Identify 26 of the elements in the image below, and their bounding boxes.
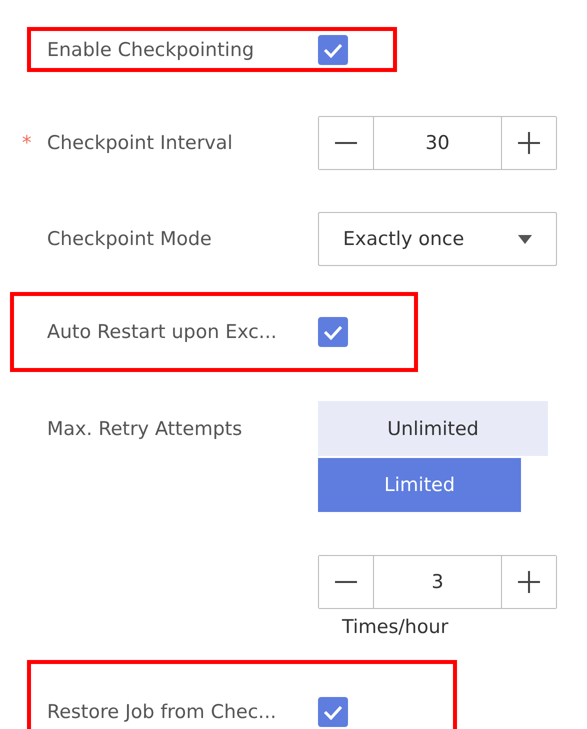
required-mark: * <box>22 132 32 154</box>
unit-label: Times/hour <box>341 616 448 638</box>
mode-dropdown[interactable]: Exactly once <box>318 212 557 266</box>
caret-icon <box>518 234 532 244</box>
number-stepper[interactable]: 3 <box>318 554 557 608</box>
field-label: Max. Retry Attempts <box>47 418 242 440</box>
number-field[interactable]: 3 <box>373 556 502 608</box>
option-button[interactable]: Unlimited <box>318 401 548 456</box>
plus-icon <box>518 132 540 154</box>
check-icon <box>323 704 343 720</box>
field-label: Auto Restart upon Exc... <box>47 321 277 343</box>
minus-icon <box>335 580 357 584</box>
plus-icon <box>518 570 540 592</box>
option-button[interactable]: Limited <box>318 458 521 512</box>
checkbox[interactable] <box>318 697 348 727</box>
number-field[interactable]: 30 <box>373 117 502 169</box>
check-icon <box>323 324 343 340</box>
field-label: Enable Checkpointing <box>47 38 254 60</box>
checkbox[interactable] <box>318 34 348 64</box>
field-label: Checkpoint Interval <box>47 132 233 154</box>
check-icon <box>323 42 343 58</box>
number-stepper[interactable]: 30 <box>318 116 557 170</box>
field-label: Checkpoint Mode <box>47 228 212 250</box>
field-label: Restore Job from Chec... <box>47 701 276 723</box>
minus-icon <box>335 141 357 145</box>
checkbox[interactable] <box>318 317 348 347</box>
